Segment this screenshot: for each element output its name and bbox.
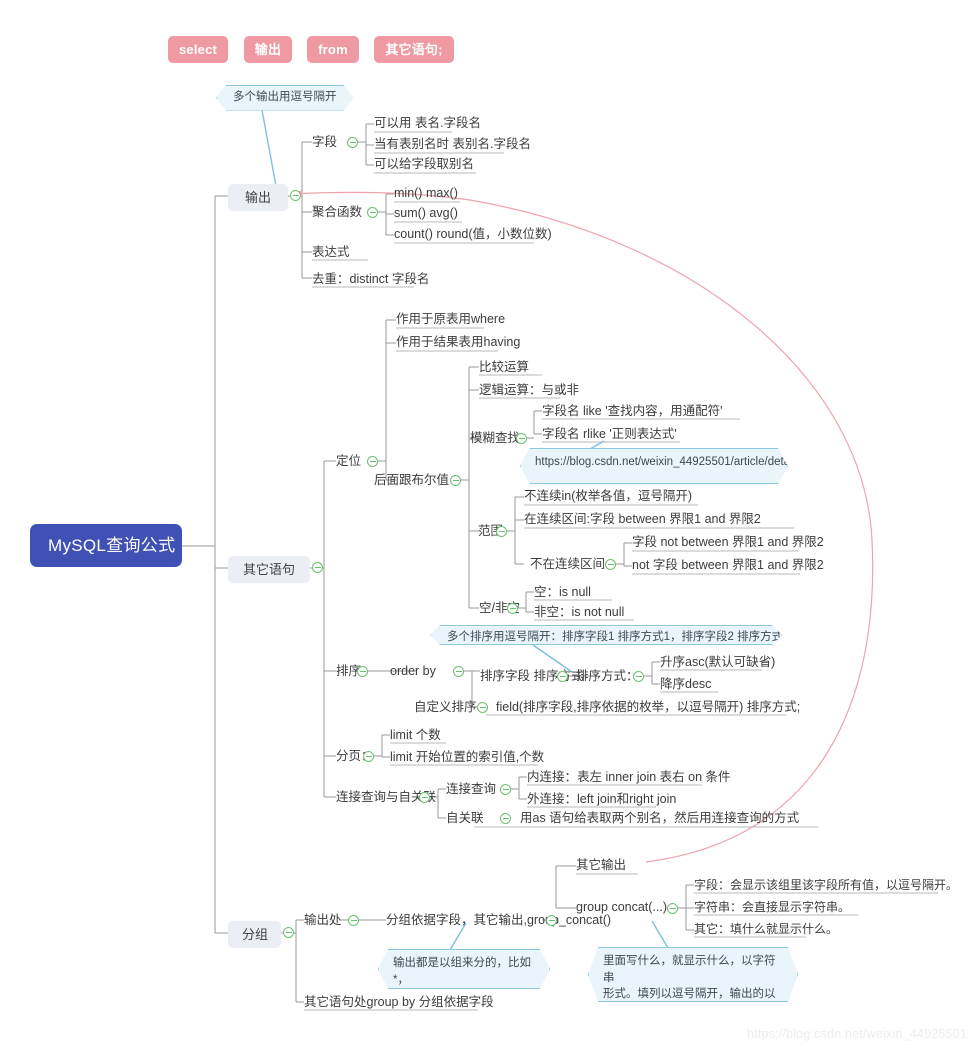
toggle-boolean[interactable] — [450, 475, 461, 486]
callout-group-concat-note: 里面写什么，就显示什么，以字符串 形式。填列以逗号隔开，输出的以逗 号隔开的字符… — [588, 947, 798, 1002]
leaf-expression[interactable]: 表达式 — [312, 246, 350, 259]
group-label-output-place[interactable]: 输出处 — [304, 914, 342, 927]
toggle-custom-sort[interactable] — [477, 702, 488, 713]
leaf-gc-string[interactable]: 字符串：会直接显示字符串。 — [694, 901, 850, 913]
toggle-locate[interactable] — [367, 456, 378, 467]
toggle-fields[interactable] — [347, 137, 358, 148]
leaf-limit-count[interactable]: limit 个数 — [390, 729, 441, 742]
leaf-custom-sort-label[interactable]: 自定义排序 — [414, 701, 477, 714]
leaf-outer-join[interactable]: 外连接：left join和right join — [527, 793, 676, 806]
leaf-between[interactable]: 在连续区间:字段 between 界限1 and 界限2 — [524, 513, 761, 526]
leaf-agg-sumavg[interactable]: sum() avg() — [394, 207, 458, 220]
syntax-chip-output[interactable]: 输出 — [244, 36, 292, 63]
toggle-paging[interactable] — [363, 751, 374, 762]
leaf-gc-other[interactable]: 其它：填什么就显示什么。 — [694, 923, 838, 935]
leaf-agg-countround[interactable]: count() round(值，小数位数) — [394, 228, 552, 241]
callout-multi-output-comma: 多个输出用逗号隔开 — [216, 85, 354, 111]
toggle-range[interactable] — [496, 526, 507, 537]
leaf-logical-ops[interactable]: 逻辑运算：与或非 — [479, 384, 579, 397]
toggle-output[interactable] — [290, 190, 301, 201]
group-label-fields[interactable]: 字段 — [312, 136, 337, 149]
leaf-field-alias[interactable]: 可以给字段取别名 — [374, 158, 474, 171]
syntax-chip-from[interactable]: from — [307, 36, 359, 63]
group-label-aggregate[interactable]: 聚合函数 — [312, 206, 362, 219]
leaf-inner-join[interactable]: 内连接：表左 inner join 表右 on 条件 — [527, 771, 731, 784]
leaf-field-alias-table[interactable]: 当有表别名时 表别名.字段名 — [374, 138, 531, 151]
group-label-not-in-range[interactable]: 不在连续区间: — [530, 558, 608, 571]
leaf-sort-mode-label[interactable]: 排序方式： — [576, 670, 639, 683]
toggle-self-join[interactable] — [500, 813, 511, 824]
leaf-other-output[interactable]: 其它输出 — [576, 859, 626, 872]
toggle-sort[interactable] — [357, 666, 368, 677]
toggle-sort-mode[interactable] — [633, 671, 644, 682]
leaf-custom-sort-value[interactable]: field(排序字段,排序依据的枚举，以逗号隔开) 排序方式; — [496, 701, 800, 714]
group-label-self-join[interactable]: 自关联 — [446, 812, 484, 825]
toggle-joins[interactable] — [419, 792, 430, 803]
leaf-agg-minmax[interactable]: min() max() — [394, 187, 458, 200]
root-node[interactable]: MySQL查询公式 — [30, 524, 182, 567]
leaf-having[interactable]: 作用于结果表用having — [396, 336, 520, 349]
toggle-fuzzy-search[interactable] — [516, 433, 527, 444]
leaf-in-enum[interactable]: 不连续in(枚举各值，逗号隔开) — [524, 490, 692, 503]
leaf-order-by[interactable]: order by — [390, 665, 436, 678]
leaf-limit-offset[interactable]: limit 开始位置的索引值,个数 — [390, 751, 544, 764]
group-label-locate[interactable]: 定位 — [336, 455, 361, 468]
leaf-is-null[interactable]: 空：is null — [534, 586, 591, 599]
leaf-distinct[interactable]: 去重：distinct 字段名 — [312, 273, 429, 286]
callout-multi-sort-comma: 多个排序用逗号隔开：排序字段1 排序方式1，排序字段2 排序方式2 — [430, 625, 782, 645]
toggle-order-by[interactable] — [453, 666, 464, 677]
group-label-fuzzy-search[interactable]: 模糊查找 — [470, 432, 520, 445]
leaf-gc-field[interactable]: 字段：会显示该组里该字段所有值，以逗号隔开。 — [694, 879, 958, 891]
leaf-not-between-a[interactable]: 字段 not between 界限1 and 界限2 — [632, 536, 824, 549]
syntax-chip-select[interactable]: select — [168, 36, 228, 63]
mindmap-canvas: select 输出 from 其它语句; 多个输出用逗号隔开 MySQL查询公式… — [0, 0, 975, 1049]
leaf-asc[interactable]: 升序asc(默认可缺省) — [660, 656, 775, 669]
leaf-like[interactable]: 字段名 like '查找内容，用通配符' — [542, 405, 722, 418]
leaf-desc[interactable]: 降序desc — [660, 678, 711, 691]
leaf-comparison-ops[interactable]: 比较运算 — [479, 361, 529, 374]
toggle-other-clauses[interactable] — [312, 562, 323, 573]
group-label-join-query[interactable]: 连接查询 — [446, 783, 496, 796]
leaf-not-between-b[interactable]: not 字段 between 界限1 and 界限2 — [632, 559, 824, 572]
leaf-group-concat[interactable]: group concat(...) — [576, 901, 667, 914]
toggle-grouping[interactable] — [283, 927, 294, 938]
leaf-group-by-note[interactable]: 其它语句处group by 分组依据字段 — [304, 996, 494, 1009]
group-label-boolean[interactable]: 后面跟布尔值 — [374, 474, 449, 487]
branch-output[interactable]: 输出 — [228, 184, 288, 211]
toggle-aggregate[interactable] — [367, 207, 378, 218]
toggle-not-in-range[interactable] — [605, 559, 616, 570]
toggle-output-place[interactable] — [348, 915, 359, 926]
syntax-chip-other-clauses[interactable]: 其它语句; — [374, 36, 454, 63]
leaf-rlike[interactable]: 字段名 rlike '正则表达式' — [542, 428, 677, 441]
toggle-group-output-value[interactable] — [546, 915, 557, 926]
callout-group-output-note: 输出都是以组来分的，比如*， 表示的是每个组的所有字段 — [378, 949, 550, 989]
toggle-group-concat[interactable] — [667, 903, 678, 914]
leaf-where[interactable]: 作用于原表用where — [396, 313, 505, 326]
leaf-field-tablename[interactable]: 可以用 表名.字段名 — [374, 117, 481, 130]
toggle-nullcheck[interactable] — [507, 603, 518, 614]
leaf-self-join-value[interactable]: 用as 语句给表取两个别名，然后用连接查询的方式 — [520, 812, 799, 825]
watermark: https://blog.csdn.net/weixin_44925501 — [746, 1027, 967, 1041]
callout-regex-url[interactable]: https://blog.csdn.net/weixin_44925501/ar… — [520, 448, 788, 484]
toggle-join-query[interactable] — [500, 784, 511, 795]
branch-grouping[interactable]: 分组 — [228, 921, 281, 948]
leaf-group-output-value[interactable]: 分组依据字段，其它输出,group_concat() — [386, 914, 611, 927]
toggle-sort-field-mode[interactable] — [557, 671, 568, 682]
leaf-is-not-null[interactable]: 非空：is not null — [534, 606, 624, 619]
branch-other-clauses[interactable]: 其它语句 — [228, 556, 310, 583]
